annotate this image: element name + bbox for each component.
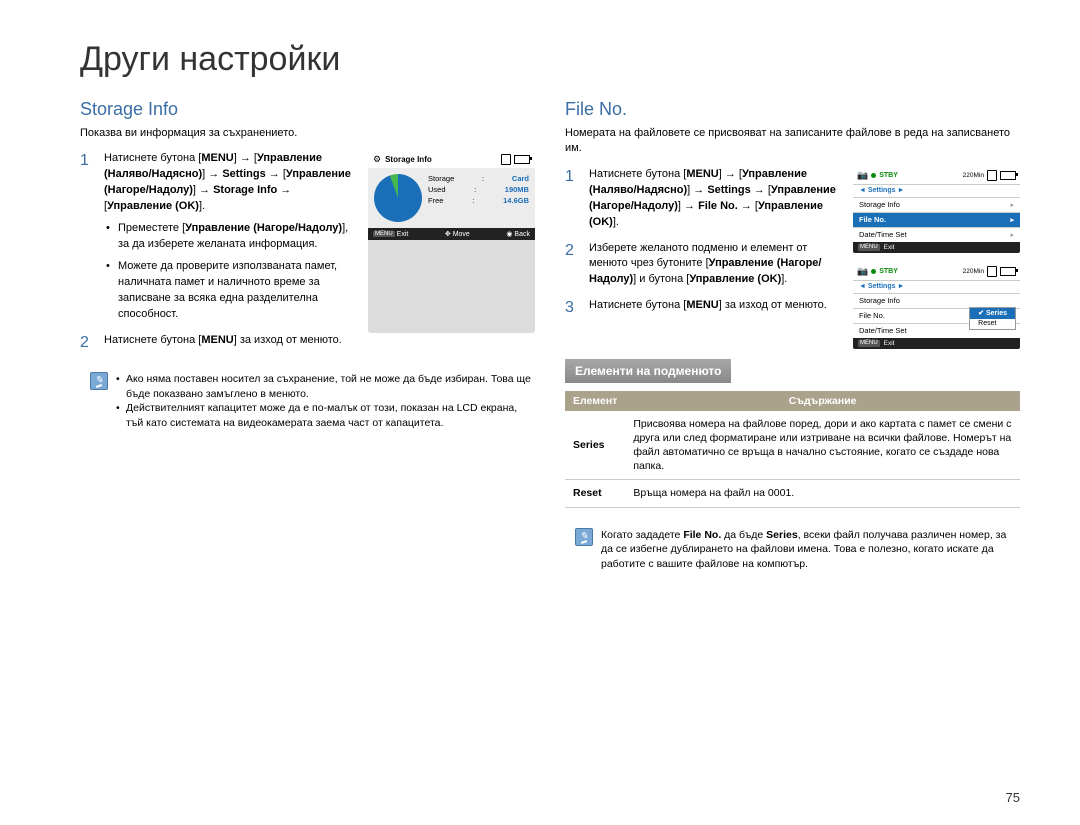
camera-icon: 📷 xyxy=(857,170,868,181)
left-intro: Показва ви информация за съхранението. xyxy=(80,126,535,141)
battery-icon xyxy=(1000,171,1016,180)
table-row: Reset Връща номера на файл на 0001. xyxy=(565,480,1020,507)
table-row: Series Присвоява номера на файлове поред… xyxy=(565,411,1020,480)
lcd-file-no-top: 📷STBY 220Min ◄ Settings ► Storage Info▸ … xyxy=(853,167,1020,253)
battery-icon xyxy=(514,155,530,164)
gear-icon: ⚙ xyxy=(373,154,381,165)
card-icon xyxy=(987,170,997,181)
left-step-1: 1 Натиснете бутона [MENU] → [Управление … xyxy=(80,151,356,322)
right-step-2: 2 Изберете желаното подменю и елемент от… xyxy=(565,241,841,289)
left-note: ✎ Ако няма поставен носител за съхранени… xyxy=(80,372,535,431)
left-note-2: Действителният капацитет може да е по-ма… xyxy=(116,401,535,430)
left-sub-2: Можете да проверите използваната памет, … xyxy=(104,259,356,323)
page-number: 75 xyxy=(1006,790,1020,805)
pie-chart-icon xyxy=(374,174,422,222)
right-step-1: 1 Натиснете бутона [MENU] → [Управление … xyxy=(565,167,841,231)
rec-dot-icon xyxy=(871,269,876,274)
left-column: Storage Info Показва ви информация за съ… xyxy=(80,99,535,572)
lcd-file-no-bottom: 📷STBY 220Min ◄ Settings ► Storage Info F… xyxy=(853,263,1020,349)
left-note-1: Ако няма поставен носител за съхранение,… xyxy=(116,372,535,401)
page-title: Други настройки xyxy=(80,40,1020,79)
note-icon: ✎ xyxy=(90,372,108,390)
th-content: Съдържание xyxy=(625,391,1020,411)
camera-icon: 📷 xyxy=(857,266,868,277)
left-step-2: 2 Натиснете бутона [MENU] за изход от ме… xyxy=(80,333,535,352)
note-icon: ✎ xyxy=(575,528,593,546)
th-element: Елемент xyxy=(565,391,625,411)
right-step-3: 3 Натиснете бутона [MENU] за изход от ме… xyxy=(565,298,841,317)
submenu-table: Елемент Съдържание Series Присвоява номе… xyxy=(565,391,1020,508)
right-column: File No. Номерата на файловете се присво… xyxy=(565,99,1020,572)
card-icon xyxy=(501,154,511,165)
submenu-bar: Елементи на подменюто xyxy=(565,359,731,383)
lcd-title: Storage Info xyxy=(385,155,432,164)
left-heading: Storage Info xyxy=(80,99,535,120)
rec-dot-icon xyxy=(871,173,876,178)
right-note: ✎ Когато зададете File No. да бъде Serie… xyxy=(565,528,1020,572)
right-note-text: Когато зададете File No. да бъде Series,… xyxy=(601,528,1020,572)
left-sub-1: Преместете [Управление (Нагоре/Надолу)],… xyxy=(104,221,356,253)
card-icon xyxy=(987,266,997,277)
right-intro: Номерата на файловете се присвояват на з… xyxy=(565,126,1020,157)
lcd-storage-info: ⚙ Storage Info Storage:Card Used:190MB xyxy=(368,151,535,332)
submenu-popup: ✔ Series Reset xyxy=(969,307,1016,330)
battery-icon xyxy=(1000,267,1016,276)
right-heading: File No. xyxy=(565,99,1020,120)
